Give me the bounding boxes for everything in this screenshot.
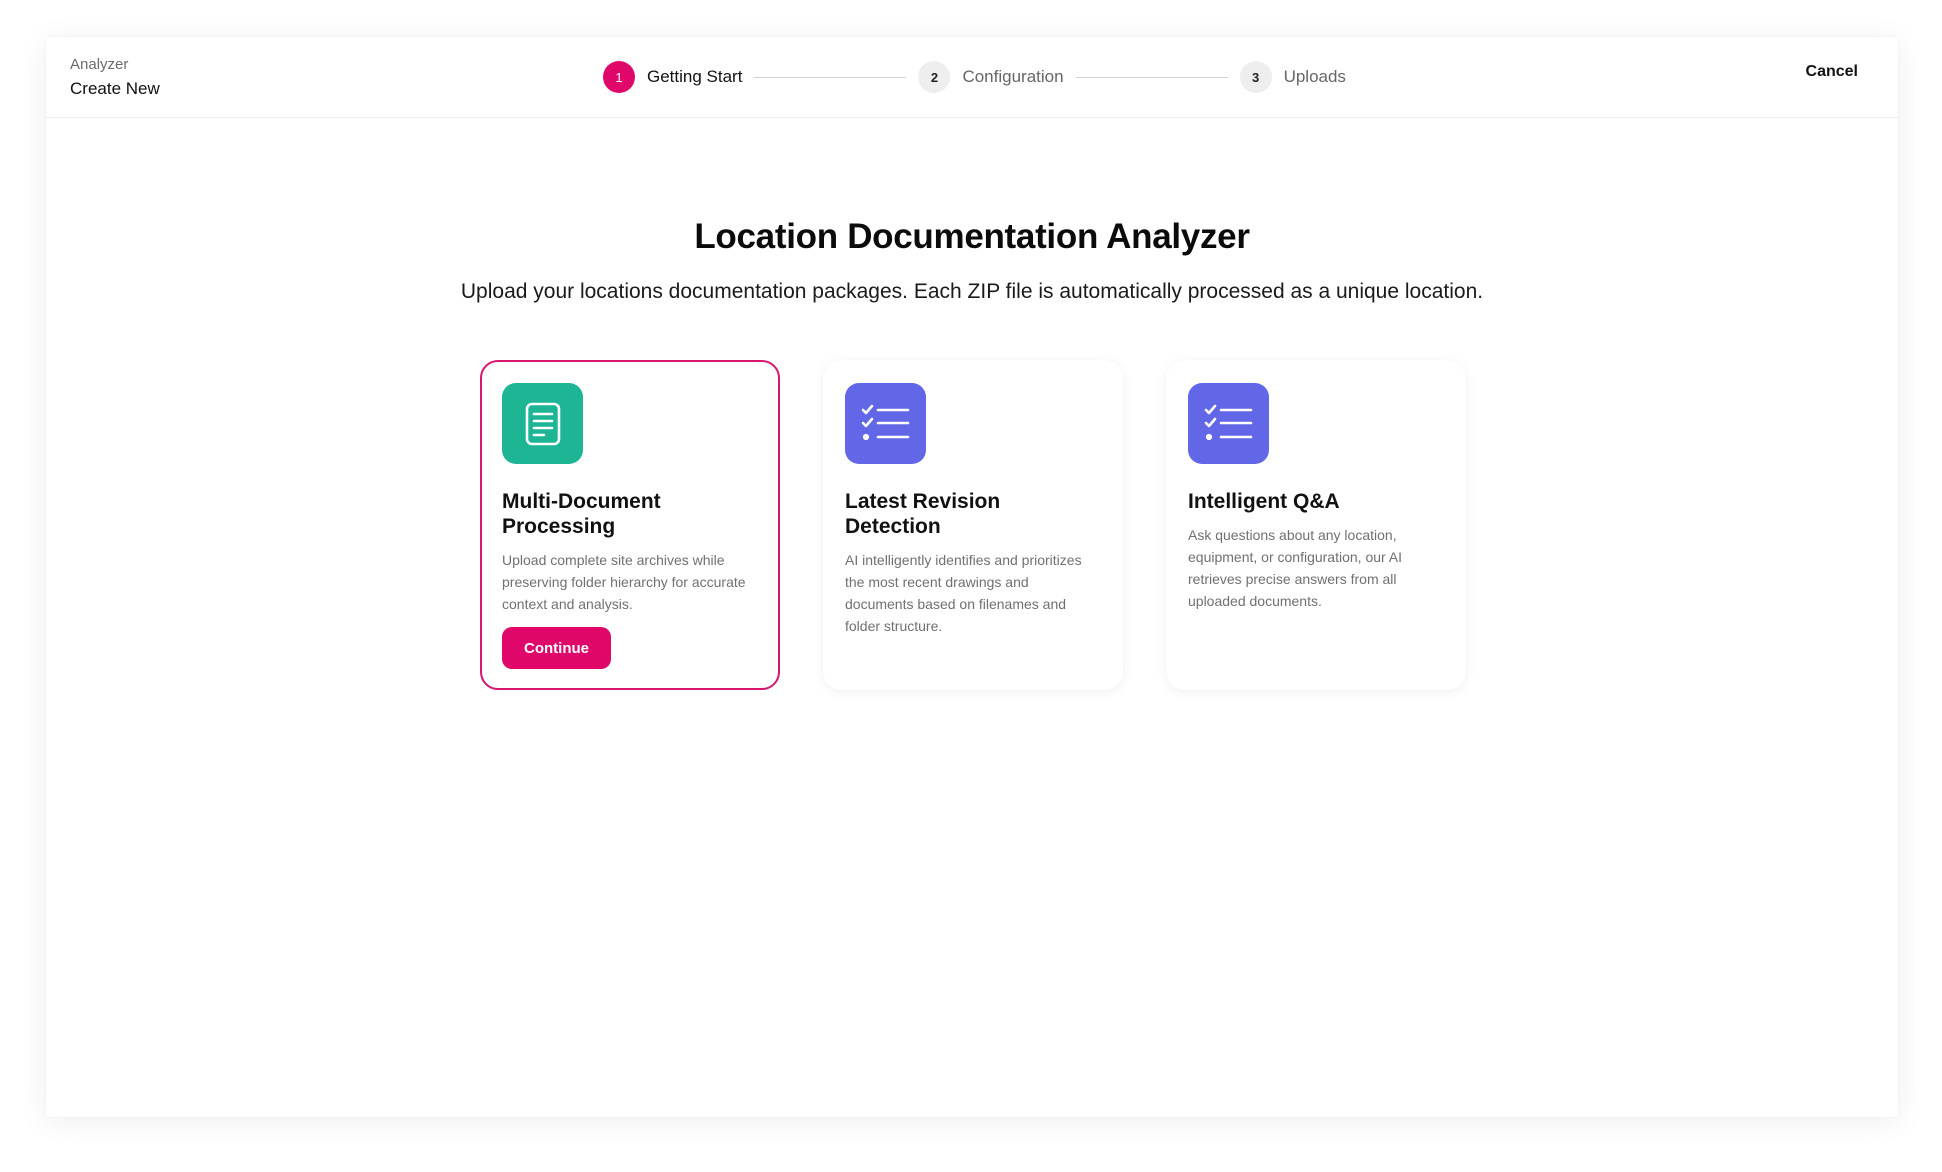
step-configuration[interactable]: 2 Configuration [918, 61, 1064, 93]
breadcrumb: Analyzer Create New [70, 56, 160, 100]
card-description: AI intelligently identifies and prioriti… [845, 552, 1082, 634]
step-connector [754, 76, 907, 78]
card-intelligent-qa[interactable]: Intelligent Q&A Ask questions about any … [1166, 360, 1466, 690]
step-label: Configuration [962, 67, 1064, 86]
step-getting-start[interactable]: 1 Getting Start [603, 61, 742, 93]
card-multi-document-processing[interactable]: Multi-Document Processing Upload complet… [480, 360, 780, 690]
step-uploads[interactable]: 3 Uploads [1239, 61, 1346, 93]
card-description: Ask questions about any location, equipm… [1188, 527, 1403, 609]
hero-subtitle: Upload your locations documentation pack… [460, 280, 1484, 303]
top-bar: Analyzer Create New 1 Getting Start 2 Co… [46, 37, 1898, 118]
card-title: Latest Revision Detection [845, 490, 1001, 538]
hero-title: Location Documentation Analyzer [694, 217, 1250, 256]
checklist-icon [845, 383, 926, 464]
cancel-button[interactable]: Cancel [1806, 63, 1858, 81]
document-icon [502, 383, 583, 464]
step-label: Uploads [1283, 67, 1346, 86]
app-window: Analyzer Create New 1 Getting Start 2 Co… [46, 37, 1898, 1117]
card-title: Intelligent Q&A [1188, 490, 1340, 513]
breadcrumb-parent[interactable]: Analyzer [70, 56, 160, 74]
card-description: Upload complete site archives while pres… [502, 552, 746, 612]
stepper: 1 Getting Start 2 Configuration 3 Upload… [603, 61, 1346, 93]
card-title: Multi-Document Processing [502, 490, 661, 538]
continue-button[interactable]: Continue [502, 627, 611, 669]
step-label: Getting Start [647, 67, 743, 86]
step-number: 3 [1239, 61, 1272, 93]
page-title: Create New [70, 79, 160, 98]
card-latest-revision-detection[interactable]: Latest Revision Detection AI intelligent… [823, 360, 1123, 690]
step-number: 2 [918, 61, 951, 93]
step-number: 1 [603, 61, 635, 93]
step-connector [1075, 76, 1228, 78]
checklist-icon [1188, 383, 1269, 464]
